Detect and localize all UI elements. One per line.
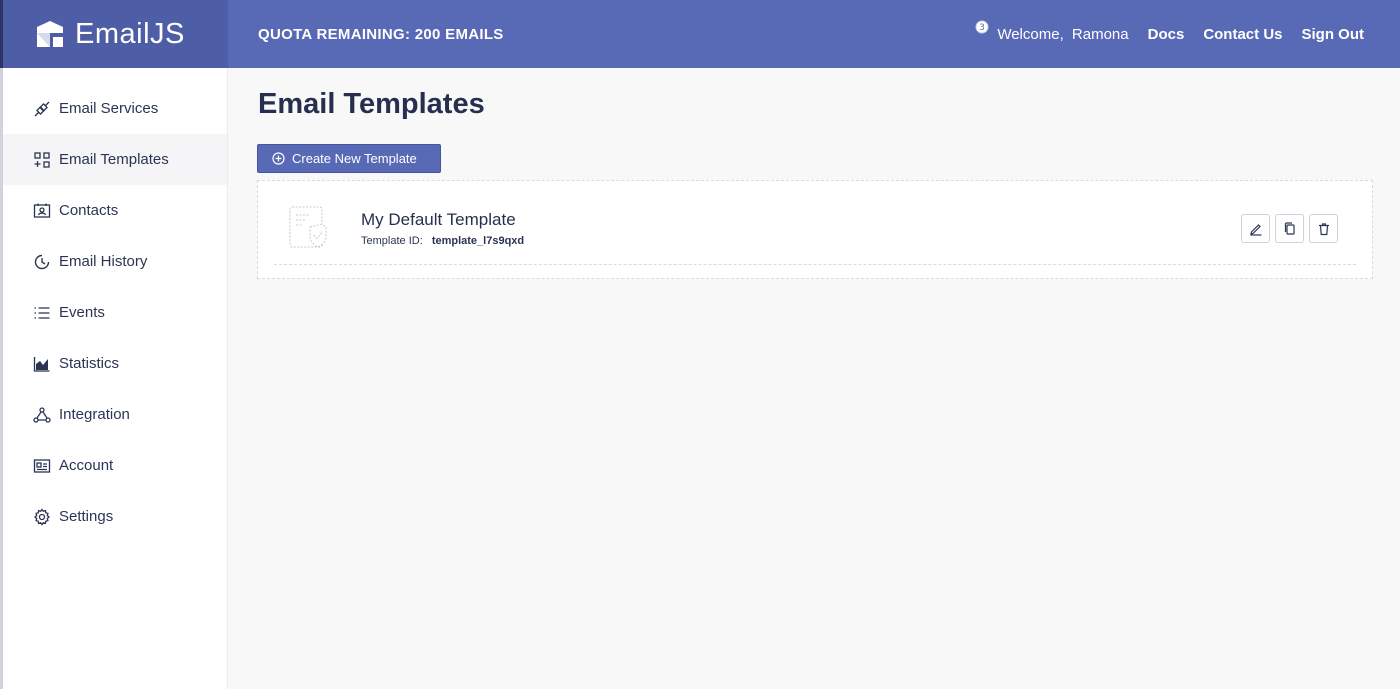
contacts-icon: [32, 201, 52, 221]
sidebar-item-label: Integration: [59, 406, 130, 423]
sidebar-item-label: Settings: [59, 508, 114, 525]
trash-icon: [1318, 222, 1329, 235]
notification-badge-icon[interactable]: 3: [975, 20, 989, 34]
pencil-icon: [1249, 223, 1261, 236]
gear-icon: [32, 507, 52, 527]
copy-template-button[interactable]: [1275, 214, 1304, 243]
sidebar-item-label: Email History: [59, 253, 148, 270]
page-title: Email Templates: [258, 88, 485, 120]
templates-icon: [32, 150, 52, 170]
plug-icon: [32, 99, 52, 119]
list-icon: [32, 303, 52, 323]
template-id-value: template_l7s9qxd: [431, 235, 525, 247]
template-id-row: Template ID: template_l7s9qxd: [361, 235, 524, 247]
brand[interactable]: EmailJS: [0, 0, 228, 68]
add-circle-icon: [272, 152, 285, 165]
sidebar-item-account[interactable]: Account: [3, 440, 227, 491]
sidebar-item-settings[interactable]: Settings: [3, 491, 227, 542]
sidebar: Email Services Email Templates Contacts: [0, 68, 228, 689]
sidebar-item-label: Contacts: [59, 202, 119, 219]
sidebar-item-events[interactable]: Events: [3, 287, 227, 338]
template-actions: [1236, 214, 1338, 243]
quota-text: QUOTA REMAINING: 200 EMAILS: [258, 25, 504, 43]
notification-count: 3: [979, 23, 985, 33]
header-nav: 3 Welcome, Ramona Docs Contact Us Sign O…: [975, 20, 1400, 43]
welcome-text: Welcome, Ramona: [997, 26, 1128, 43]
template-id-label: Template ID:: [361, 235, 423, 247]
sidebar-item-statistics[interactable]: Statistics: [3, 338, 227, 389]
integration-icon: [32, 405, 52, 425]
top-bar: EmailJS QUOTA REMAINING: 200 EMAILS 3 We…: [0, 0, 1400, 68]
template-row[interactable]: My Default Template Template ID: templat…: [274, 181, 1356, 265]
sidebar-item-label: Events: [59, 304, 105, 321]
emailjs-logo-icon: [37, 21, 63, 47]
create-new-template-button[interactable]: Create New Template: [257, 144, 441, 173]
chart-icon: [32, 354, 52, 374]
welcome-label: Welcome,: [997, 25, 1064, 43]
history-icon: [32, 252, 52, 272]
sidebar-item-integration[interactable]: Integration: [3, 389, 227, 440]
templates-list: My Default Template Template ID: templat…: [257, 180, 1373, 279]
sidebar-item-email-templates[interactable]: Email Templates: [3, 134, 227, 185]
sign-out-link[interactable]: Sign Out: [1302, 26, 1365, 43]
id-card-icon: [32, 456, 52, 476]
sidebar-item-label: Account: [59, 457, 114, 474]
copy-icon: [1284, 221, 1295, 235]
edit-template-button[interactable]: [1241, 214, 1270, 243]
sidebar-item-email-history[interactable]: Email History: [3, 236, 227, 287]
user-name: Ramona: [1071, 25, 1129, 43]
sidebar-item-label: Email Templates: [59, 151, 169, 168]
contact-us-link[interactable]: Contact Us: [1203, 26, 1282, 43]
sidebar-item-label: Statistics: [59, 355, 120, 372]
sidebar-item-contacts[interactable]: Contacts: [3, 185, 227, 236]
template-name[interactable]: My Default Template: [361, 210, 516, 230]
sidebar-item-label: Email Services: [59, 100, 159, 117]
main-content: Email Templates Create New Template My D…: [228, 68, 1400, 689]
sidebar-item-email-services[interactable]: Email Services: [3, 83, 227, 134]
template-document-icon: [289, 206, 327, 248]
create-button-label: Create New Template: [292, 151, 417, 166]
docs-link[interactable]: Docs: [1148, 26, 1185, 43]
delete-template-button[interactable]: [1309, 214, 1338, 243]
brand-name: EmailJS: [75, 17, 185, 50]
